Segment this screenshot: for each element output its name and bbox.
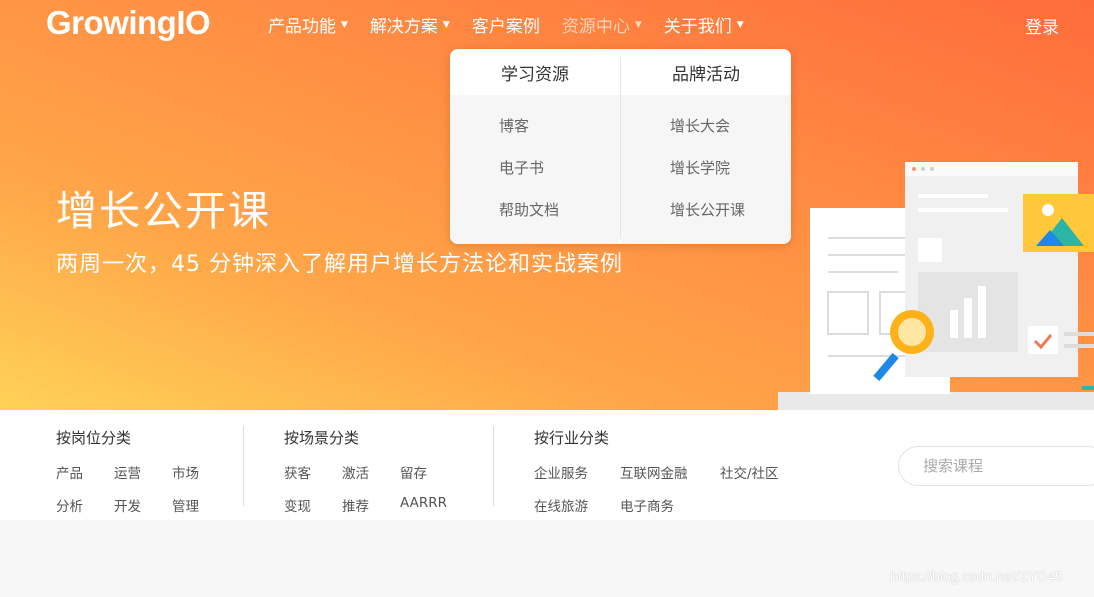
nav-item-solutions[interactable]: 解决方案 ▼ <box>370 12 450 37</box>
filter-tag[interactable]: 开发 <box>114 495 172 515</box>
filter-tag[interactable]: 管理 <box>172 495 199 515</box>
filter-tag[interactable]: 激活 <box>342 462 400 482</box>
dropdown-heading: 品牌活动 <box>621 49 791 95</box>
course-search-input[interactable] <box>898 446 1094 486</box>
caret-down-icon: ▼ <box>736 19 744 30</box>
filter-group-industry: 按行业分类 企业服务 互联网金融 社交/社区 在线旅游 电子商务 <box>534 427 779 528</box>
nav-item-cases[interactable]: 客户案例 <box>472 12 540 37</box>
filter-tag[interactable]: 推荐 <box>342 495 400 515</box>
filter-tag[interactable]: 获客 <box>284 462 342 482</box>
dropdown-link-ebook[interactable]: 电子书 <box>450 157 620 199</box>
dropdown-link-growth-academy[interactable]: 增长学院 <box>621 157 791 199</box>
filter-tag[interactable]: 变现 <box>284 495 342 515</box>
filter-tag[interactable]: 社交/社区 <box>720 462 779 482</box>
divider <box>243 426 244 506</box>
filter-tag[interactable]: 企业服务 <box>534 462 620 482</box>
filter-tag[interactable]: 市场 <box>172 462 199 482</box>
filter-group-scene: 按场景分类 获客 激活 留存 变现 推荐 AARRR <box>284 427 447 528</box>
filter-tag[interactable]: 互联网金融 <box>620 462 720 482</box>
filter-tag[interactable]: 电子商务 <box>620 495 674 515</box>
course-filter-bar: 按岗位分类 产品 运营 市场 分析 开发 管理 按场景分类 获客 激活 留存 变… <box>0 410 1094 520</box>
divider <box>493 426 494 506</box>
dropdown-column-events: 品牌活动 增长大会 增长学院 增长公开课 <box>621 49 791 244</box>
filter-heading: 按行业分类 <box>534 429 610 447</box>
filter-tag[interactable]: 留存 <box>400 462 427 482</box>
hero-title: 增长公开课 <box>56 187 271 235</box>
dropdown-link-blog[interactable]: 博客 <box>450 115 620 157</box>
nav-label: 客户案例 <box>471 17 540 37</box>
dropdown-link-open-class[interactable]: 增长公开课 <box>621 199 791 241</box>
filter-tag[interactable]: 分析 <box>56 495 114 515</box>
dropdown-heading: 学习资源 <box>450 49 620 95</box>
dropdown-link-help-docs[interactable]: 帮助文档 <box>450 199 620 241</box>
nav-item-resources[interactable]: 资源中心 ▼ <box>562 12 642 37</box>
filter-tag[interactable]: 产品 <box>56 462 114 482</box>
filter-group-position: 按岗位分类 产品 运营 市场 分析 开发 管理 <box>56 427 199 528</box>
filter-heading: 按场景分类 <box>284 429 360 447</box>
nav-label: 产品功能 <box>268 17 336 37</box>
filter-tag[interactable]: 运营 <box>114 462 172 482</box>
nav-item-about[interactable]: 关于我们 ▼ <box>664 12 744 37</box>
growingio-logo[interactable]: GrowingIO <box>46 4 211 42</box>
watermark-text: https://blog.csdn.net/ZYD45 <box>890 568 1063 584</box>
filter-heading: 按岗位分类 <box>56 429 132 447</box>
filter-tag[interactable]: 在线旅游 <box>534 495 620 515</box>
caret-down-icon: ▼ <box>341 19 348 30</box>
nav-label: 资源中心 <box>561 17 630 37</box>
login-link[interactable]: 登录 <box>1025 13 1059 38</box>
filter-tag[interactable]: AARRR <box>400 495 447 515</box>
dashboard-illustration <box>778 162 1094 410</box>
main-nav: 产品功能 ▼ 解决方案 ▼ 客户案例 资源中心 ▼ 关于我们 ▼ <box>268 12 766 37</box>
dropdown-link-growth-conference[interactable]: 增长大会 <box>621 115 791 157</box>
caret-down-icon: ▼ <box>442 19 450 30</box>
resources-dropdown: 学习资源 博客 电子书 帮助文档 品牌活动 增长大会 增长学院 增长公开课 <box>450 49 791 244</box>
nav-label: 解决方案 <box>369 17 438 37</box>
dropdown-column-learning: 学习资源 博客 电子书 帮助文档 <box>450 49 620 244</box>
hero-subtitle: 两周一次，45 分钟深入了解用户增长方法论和实战案例 <box>56 252 623 277</box>
caret-down-icon: ▼ <box>634 19 642 30</box>
nav-label: 关于我们 <box>663 17 732 37</box>
nav-item-products[interactable]: 产品功能 ▼ <box>268 12 348 37</box>
